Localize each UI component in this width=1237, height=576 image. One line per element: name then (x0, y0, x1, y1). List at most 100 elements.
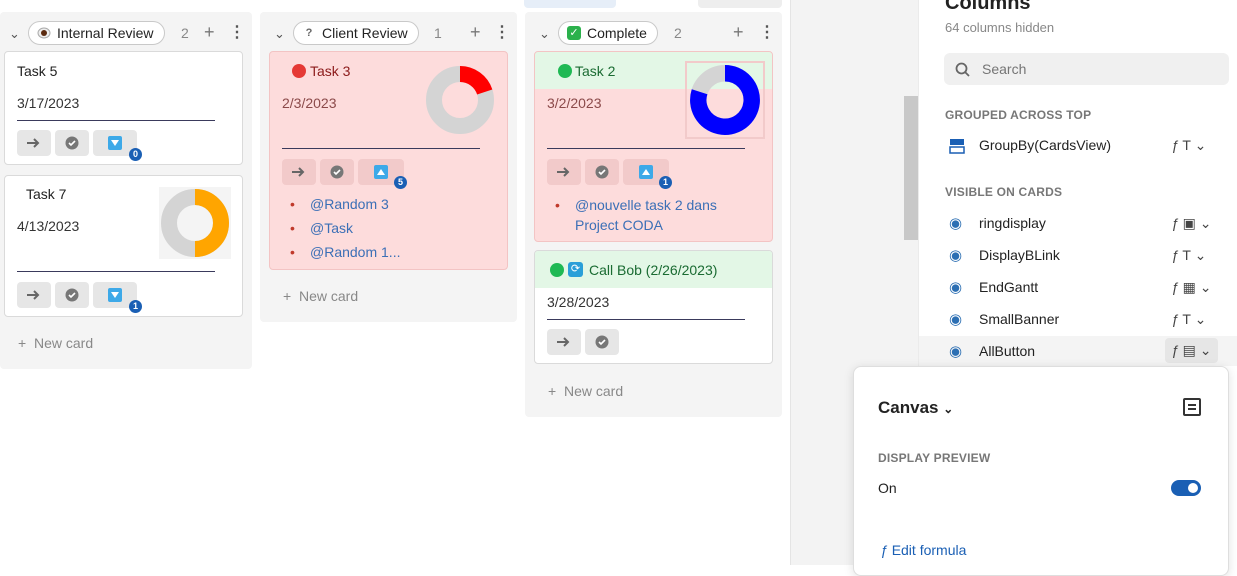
eye-icon[interactable]: ◉ (949, 342, 962, 360)
search-icon (955, 62, 970, 77)
eye-icon[interactable]: ◉ (949, 310, 962, 328)
card-date: 3/2/2023 (547, 95, 602, 111)
formula-text-icons[interactable]: ƒ T ⌄ (1171, 247, 1206, 264)
edit-formula-link[interactable]: ƒ Edit formula (880, 542, 966, 558)
board-view: ⌄ Internal Review 2 + ⋮ Task 5 3/17/2023… (0, 0, 790, 565)
arrow-button[interactable] (17, 130, 51, 156)
scrollbar-thumb[interactable] (904, 96, 918, 240)
question-icon: ? (305, 27, 313, 39)
card-task-5[interactable]: Task 5 3/17/2023 0 (4, 51, 243, 165)
card-divider (547, 148, 745, 149)
new-card-button[interactable]: + New card (548, 383, 623, 399)
new-card-label: New card (298, 288, 359, 304)
checkbox-icon: ✓ (567, 26, 581, 40)
section-display-preview: DISPLAY PREVIEW (878, 451, 991, 465)
visible-row-displayblink[interactable]: ◉ DisplayBLink ƒ T ⌄ (945, 240, 1235, 270)
search-box[interactable] (944, 53, 1229, 85)
visible-item-label: EndGantt (979, 279, 1039, 295)
column-title: Complete (587, 25, 647, 41)
canvas-popup: Canvas ⌄ DISPLAY PREVIEW On ƒ Edit formu… (853, 366, 1229, 576)
visible-row-endgantt[interactable]: ◉ EndGantt ƒ ▦ ⌄ (945, 272, 1235, 302)
check-button[interactable] (320, 159, 354, 185)
check-button[interactable] (55, 130, 89, 156)
link-item[interactable]: @Random 3 (290, 192, 400, 216)
visible-item-label: AllButton (979, 343, 1036, 359)
triangle-up-icon (639, 165, 653, 179)
card-divider (547, 319, 745, 320)
visible-row-smallbanner[interactable]: ◉ SmallBanner ƒ T ⌄ (945, 304, 1235, 334)
chevron-down-icon[interactable]: ⌄ (274, 26, 285, 42)
formula-image-icons[interactable]: ƒ ▣ ⌄ (1171, 215, 1212, 232)
eye-emoji-icon (37, 26, 51, 40)
triangle-down-icon (108, 136, 122, 150)
chevron-down-icon[interactable]: ⌄ (539, 26, 550, 42)
card-task-2[interactable]: Task 2 3/2/2023 1 @nouvelle task 2 dans … (534, 51, 773, 242)
formula-canvas-icons[interactable]: ƒ ▤ ⌄ (1165, 338, 1218, 363)
search-input[interactable] (982, 59, 1212, 79)
red-dot-icon (292, 64, 306, 78)
card-title: Call Bob (2/26/2023) (589, 262, 718, 278)
new-card-button[interactable]: + New card (283, 288, 358, 304)
ring-fill (459, 66, 493, 96)
eye-icon[interactable]: ◉ (949, 246, 962, 264)
refresh-icon: ⟳ (568, 262, 583, 277)
visible-row-allbutton[interactable]: ◉ AllButton ƒ ▤ ⌄ (919, 336, 1237, 366)
column-title-pill[interactable]: ? Client Review (293, 21, 419, 45)
column-count: 2 (674, 25, 682, 41)
card-date: 3/17/2023 (17, 95, 80, 111)
chevron-down-icon[interactable]: ⌄ (9, 26, 20, 42)
ring-display (685, 61, 765, 139)
add-card-icon[interactable]: + (204, 22, 215, 43)
plus-icon: + (548, 383, 557, 399)
ring-display (159, 187, 231, 259)
column-menu-icon[interactable]: ⋮ (759, 22, 775, 42)
card-title: Task 3 (310, 63, 351, 79)
formula-calendar-icons[interactable]: ƒ ▦ ⌄ (1171, 279, 1212, 296)
plus-icon: + (18, 335, 27, 351)
check-button[interactable] (585, 329, 619, 355)
card-divider (17, 271, 215, 272)
check-button[interactable] (55, 282, 89, 308)
formula-icon: ƒ (880, 542, 888, 558)
triangle-up-icon (374, 165, 388, 179)
formula-text-icons[interactable]: ƒ T ⌄ (1171, 311, 1206, 328)
visible-item-label: ringdisplay (979, 215, 1046, 231)
canvas-type-icon[interactable] (1183, 398, 1201, 416)
card-title: Task 7 (26, 186, 67, 202)
add-card-icon[interactable]: + (733, 22, 744, 43)
green-dot-icon (550, 263, 564, 277)
grouped-row[interactable]: GroupBy(CardsView) ƒ T ⌄ (945, 132, 1235, 160)
arrow-button[interactable] (17, 282, 51, 308)
link-list: @Random 3 @Task @Random 1... (290, 192, 400, 264)
card-date: 2/3/2023 (282, 95, 337, 111)
card-title: Task 2 (575, 63, 616, 79)
column-menu-icon[interactable]: ⋮ (229, 22, 245, 42)
popup-title[interactable]: Canvas ⌄ (878, 398, 953, 418)
eye-icon[interactable]: ◉ (949, 214, 962, 232)
link-item[interactable]: @Task (290, 216, 400, 240)
column-title-pill[interactable]: ✓ Complete (558, 21, 658, 45)
card-task-3[interactable]: Task 3 2/3/2023 5 @Random 3 @Task @Rando… (269, 51, 508, 270)
arrow-button[interactable] (282, 159, 316, 185)
column-menu-icon[interactable]: ⋮ (494, 22, 510, 42)
display-preview-toggle[interactable] (1171, 480, 1201, 496)
card-divider (282, 148, 480, 149)
arrow-button[interactable] (547, 159, 581, 185)
formula-text-icons[interactable]: ƒ T ⌄ (1171, 137, 1206, 154)
card-task-7[interactable]: Task 7 4/13/2023 1 (4, 175, 243, 317)
section-visible: VISIBLE ON CARDS (945, 185, 1063, 199)
card-title: Task 5 (17, 63, 58, 79)
arrow-button[interactable] (547, 329, 581, 355)
link-item[interactable]: @nouvelle task 2 dans Project CODA (555, 195, 745, 235)
check-button[interactable] (585, 159, 619, 185)
card-call-bob[interactable]: ⟳ Call Bob (2/26/2023) 3/28/2023 (534, 250, 773, 364)
eye-icon[interactable]: ◉ (949, 278, 962, 296)
new-card-label: New card (563, 383, 624, 399)
add-card-icon[interactable]: + (470, 22, 481, 43)
column-count: 2 (181, 25, 189, 41)
column-title-pill[interactable]: Internal Review (28, 21, 165, 45)
visible-row-ringdisplay[interactable]: ◉ ringdisplay ƒ ▣ ⌄ (945, 208, 1235, 238)
new-card-button[interactable]: + New card (18, 335, 93, 351)
link-item[interactable]: @Random 1... (290, 240, 400, 264)
link-list: @nouvelle task 2 dans Project CODA (555, 195, 745, 235)
